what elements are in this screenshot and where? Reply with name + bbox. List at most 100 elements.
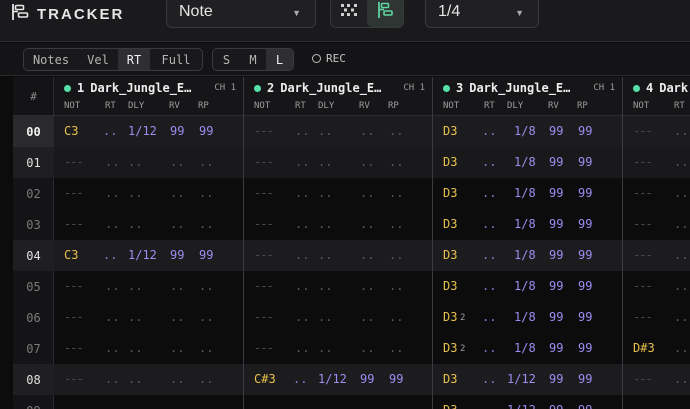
- view-vel-button[interactable]: Vel: [78, 49, 118, 70]
- retrigger-cell[interactable]: ..: [674, 395, 688, 409]
- delay-cell[interactable]: 1/12: [507, 364, 536, 395]
- retrigger-cell[interactable]: ..: [482, 240, 496, 271]
- retrigger-cell[interactable]: ..: [105, 395, 119, 409]
- retrigger-cell[interactable]: ..: [105, 364, 119, 395]
- velocity-random-cell[interactable]: 99: [549, 302, 563, 333]
- track-header[interactable]: 4DarkNOTRTDLYRVRP: [623, 77, 690, 116]
- delay-cell[interactable]: 1/12: [318, 364, 347, 395]
- note-cell[interactable]: ---: [64, 147, 84, 178]
- note-cell[interactable]: ---: [633, 302, 653, 333]
- note-cell[interactable]: ---: [254, 209, 274, 240]
- velocity-random-cell[interactable]: ..: [170, 147, 184, 178]
- velocity-random-cell[interactable]: 99: [549, 147, 563, 178]
- retrigger-cell[interactable]: ..: [295, 302, 309, 333]
- repeat-cell[interactable]: 99: [578, 364, 592, 395]
- retrigger-cell[interactable]: ..: [295, 240, 309, 271]
- repeat-cell[interactable]: 99: [578, 178, 592, 209]
- note-cell[interactable]: ---: [633, 395, 653, 409]
- velocity-random-cell[interactable]: 99: [360, 364, 374, 395]
- note-mode-dropdown[interactable]: Note ▼: [166, 0, 316, 28]
- velocity-random-cell[interactable]: ..: [360, 333, 374, 364]
- delay-cell[interactable]: ..: [318, 116, 332, 147]
- note-cell[interactable]: D3: [443, 147, 457, 178]
- repeat-cell[interactable]: 99: [578, 240, 592, 271]
- velocity-random-cell[interactable]: ..: [360, 116, 374, 147]
- velocity-random-cell[interactable]: ..: [360, 271, 374, 302]
- row-number[interactable]: 00: [13, 116, 54, 147]
- delay-cell[interactable]: 1/8: [514, 209, 536, 240]
- note-cell[interactable]: ---: [254, 271, 274, 302]
- repeat-cell[interactable]: ..: [199, 364, 213, 395]
- repeat-cell[interactable]: ..: [389, 209, 403, 240]
- note-cell[interactable]: ---: [64, 333, 84, 364]
- row-number[interactable]: 07: [13, 333, 54, 364]
- velocity-random-cell[interactable]: ..: [360, 395, 374, 409]
- retrigger-cell[interactable]: ..: [105, 178, 119, 209]
- velocity-random-cell[interactable]: 99: [549, 116, 563, 147]
- delay-cell[interactable]: 1/8: [514, 333, 536, 364]
- retrigger-cell[interactable]: ..: [295, 147, 309, 178]
- note-cell[interactable]: D3: [443, 116, 457, 147]
- note-cell[interactable]: ---: [633, 240, 653, 271]
- retrigger-cell[interactable]: ..: [103, 240, 117, 271]
- velocity-random-cell[interactable]: ..: [360, 178, 374, 209]
- note-cell[interactable]: ---: [254, 240, 274, 271]
- note-cell[interactable]: ---: [64, 178, 84, 209]
- repeat-cell[interactable]: ..: [389, 395, 403, 409]
- retrigger-cell[interactable]: ..: [295, 209, 309, 240]
- retrigger-cell[interactable]: ..: [295, 116, 309, 147]
- repeat-cell[interactable]: 99: [578, 116, 592, 147]
- retrigger-cell[interactable]: ..: [105, 147, 119, 178]
- repeat-cell[interactable]: 99: [578, 333, 592, 364]
- delay-cell[interactable]: 1/8: [514, 116, 536, 147]
- retrigger-cell[interactable]: ..: [482, 271, 496, 302]
- velocity-random-cell[interactable]: ..: [170, 395, 184, 409]
- delay-cell[interactable]: ..: [128, 271, 142, 302]
- view-rt-button[interactable]: RT: [118, 49, 150, 70]
- retrigger-cell[interactable]: ..: [482, 147, 496, 178]
- repeat-cell[interactable]: ..: [199, 302, 213, 333]
- delay-cell[interactable]: ..: [128, 178, 142, 209]
- retrigger-cell[interactable]: ..: [482, 395, 496, 409]
- delay-cell[interactable]: 1/12: [507, 395, 536, 409]
- velocity-random-cell[interactable]: 99: [170, 240, 184, 271]
- delay-cell[interactable]: ..: [128, 333, 142, 364]
- retrigger-cell[interactable]: ..: [674, 209, 688, 240]
- note-cell[interactable]: D3: [443, 240, 457, 271]
- note-cell[interactable]: ---: [254, 333, 274, 364]
- delay-cell[interactable]: ..: [128, 147, 142, 178]
- repeat-cell[interactable]: 99: [199, 240, 213, 271]
- note-cell[interactable]: ---: [64, 271, 84, 302]
- velocity-random-cell[interactable]: ..: [360, 302, 374, 333]
- velocity-random-cell[interactable]: ..: [170, 333, 184, 364]
- retrigger-cell[interactable]: ..: [482, 116, 496, 147]
- row-number[interactable]: 09: [13, 395, 54, 409]
- repeat-cell[interactable]: 99: [578, 302, 592, 333]
- note-cell[interactable]: D3: [443, 302, 457, 333]
- retrigger-cell[interactable]: ..: [295, 395, 309, 409]
- retrigger-cell[interactable]: ..: [103, 116, 117, 147]
- repeat-cell[interactable]: 99: [578, 209, 592, 240]
- velocity-random-cell[interactable]: 99: [549, 178, 563, 209]
- note-cell[interactable]: ---: [254, 147, 274, 178]
- retrigger-cell[interactable]: ..: [293, 364, 307, 395]
- note-cell[interactable]: ---: [254, 302, 274, 333]
- note-cell[interactable]: D3: [443, 364, 457, 395]
- repeat-cell[interactable]: ..: [389, 147, 403, 178]
- retrigger-cell[interactable]: ..: [482, 364, 496, 395]
- quantize-dropdown[interactable]: 1/4 ▼: [425, 0, 539, 28]
- retrigger-cell[interactable]: ..: [482, 178, 496, 209]
- repeat-cell[interactable]: ..: [389, 178, 403, 209]
- view-full-button[interactable]: Full: [150, 49, 202, 70]
- delay-cell[interactable]: ..: [318, 395, 332, 409]
- size-m-button[interactable]: M: [240, 49, 266, 70]
- view-notes-button[interactable]: Notes: [24, 49, 78, 70]
- note-cell[interactable]: D3: [443, 395, 457, 409]
- retrigger-cell[interactable]: ..: [482, 209, 496, 240]
- repeat-cell[interactable]: ..: [199, 395, 213, 409]
- repeat-cell[interactable]: ..: [199, 209, 213, 240]
- note-cell[interactable]: C3: [64, 116, 78, 147]
- note-cell[interactable]: ---: [254, 116, 274, 147]
- note-cell[interactable]: ---: [64, 209, 84, 240]
- retrigger-cell[interactable]: ..: [105, 271, 119, 302]
